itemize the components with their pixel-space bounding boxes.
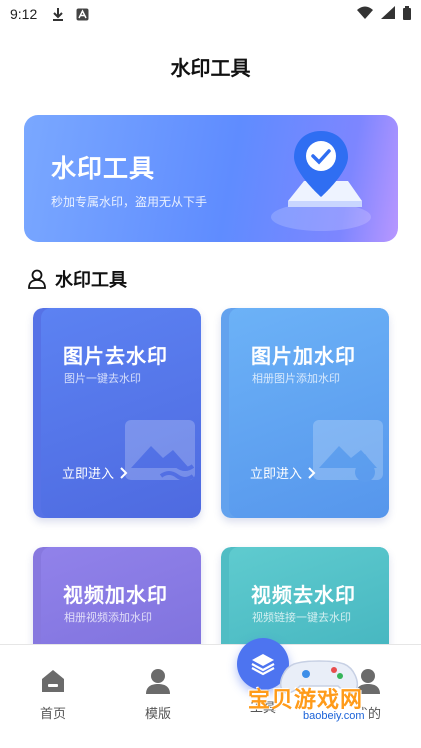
enter-label: 立即进入 bbox=[62, 466, 115, 481]
signal-icon bbox=[381, 6, 395, 22]
image-drop-icon bbox=[313, 420, 383, 482]
card-title: 视频加水印 bbox=[63, 585, 168, 607]
battery-icon bbox=[403, 5, 411, 23]
font-icon bbox=[75, 7, 89, 21]
enter-button[interactable]: 立即进入 bbox=[62, 463, 128, 482]
card-title: 视频去水印 bbox=[251, 585, 356, 607]
status-right bbox=[357, 5, 411, 23]
section-title: 水印工具 bbox=[55, 270, 127, 290]
enter-button[interactable]: 立即进入 bbox=[250, 463, 316, 482]
hero-banner[interactable]: 水印工具 秒加专属水印，盗用无从下手 bbox=[24, 115, 398, 242]
home-icon bbox=[42, 670, 64, 692]
page-title: 水印工具 bbox=[170, 58, 251, 80]
wifi-icon bbox=[357, 6, 373, 22]
status-time: 9:12 bbox=[10, 6, 38, 22]
tab-label: 首页 bbox=[39, 706, 66, 721]
image-icon bbox=[125, 420, 195, 481]
watermark-url: baobeiy.com bbox=[300, 710, 368, 722]
card-subtitle: 图片一键去水印 bbox=[64, 373, 141, 385]
tab-home[interactable]: 首页 bbox=[23, 667, 83, 722]
card-image-remove-watermark[interactable]: 图片去水印 图片一键去水印 立即进入 bbox=[33, 308, 201, 518]
location-pin-icon bbox=[271, 131, 371, 231]
card-subtitle: 相册图片添加水印 bbox=[252, 373, 340, 385]
banner-subtitle: 秒加专属水印，盗用无从下手 bbox=[51, 195, 208, 209]
card-video-add-watermark[interactable]: 视频加水印 相册视频添加水印 bbox=[33, 547, 201, 657]
card-image-add-watermark[interactable]: 图片加水印 相册图片添加水印 立即进入 bbox=[221, 308, 389, 518]
tab-templates[interactable]: 模版 bbox=[128, 667, 188, 722]
card-video-remove-watermark[interactable]: 视频去水印 视频链接一键去水印 bbox=[221, 547, 389, 657]
person-icon bbox=[28, 269, 46, 289]
user-icon bbox=[146, 669, 170, 694]
card-subtitle: 相册视频添加水印 bbox=[64, 612, 152, 624]
card-title: 图片去水印 bbox=[63, 346, 168, 368]
section-header: 水印工具 bbox=[27, 266, 127, 292]
tab-label: 模版 bbox=[144, 706, 171, 721]
enter-label: 立即进入 bbox=[250, 466, 303, 481]
card-subtitle: 视频链接一键去水印 bbox=[252, 612, 351, 624]
download-icon bbox=[51, 7, 65, 21]
status-bar: 9:12 bbox=[0, 0, 421, 28]
banner-title: 水印工具 bbox=[51, 155, 156, 183]
card-title: 图片加水印 bbox=[251, 346, 356, 368]
